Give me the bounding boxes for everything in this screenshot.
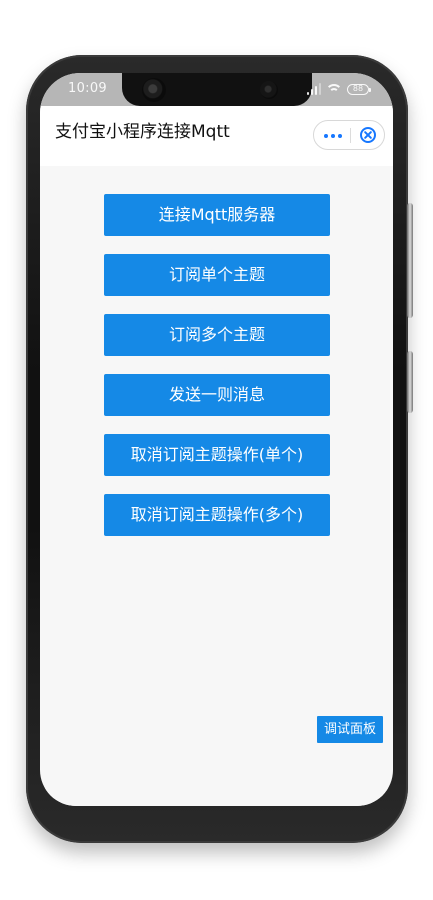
phone-frame: 10:09 88 支付宝小程序连接Mqtt 连接Mqtt服务器 订阅单个主题 订… (26, 55, 413, 843)
subscribe-single-topic-button[interactable]: 订阅单个主题 (104, 254, 330, 296)
side-power-button (407, 351, 413, 413)
status-bar: 10:09 88 (40, 73, 393, 106)
phone-screen: 10:09 88 支付宝小程序连接Mqtt 连接Mqtt服务器 订阅单个主题 订… (40, 73, 393, 806)
mqtt-action-list: 连接Mqtt服务器 订阅单个主题 订阅多个主题 发送一则消息 取消订阅主题操作(… (104, 194, 330, 554)
subscribe-multiple-topics-button[interactable]: 订阅多个主题 (104, 314, 330, 356)
status-time: 10:09 (68, 81, 107, 96)
more-icon[interactable] (324, 134, 342, 138)
capsule-divider (350, 128, 351, 143)
camera-notch (122, 73, 312, 106)
side-volume-button (407, 203, 413, 318)
mini-program-header: 支付宝小程序连接Mqtt (40, 106, 393, 166)
connect-mqtt-button[interactable]: 连接Mqtt服务器 (104, 194, 330, 236)
mini-program-capsule (313, 120, 385, 150)
unsubscribe-multiple-topics-button[interactable]: 取消订阅主题操作(多个) (104, 494, 330, 536)
debug-panel-button[interactable]: 调试面板 (317, 716, 383, 743)
page-title: 支付宝小程序连接Mqtt (55, 122, 230, 142)
phone-mockup-stage: 10:09 88 支付宝小程序连接Mqtt 连接Mqtt服务器 订阅单个主题 订… (0, 0, 433, 900)
screen-bottom-area (40, 788, 393, 806)
wifi-icon (327, 83, 342, 95)
send-message-button[interactable]: 发送一则消息 (104, 374, 330, 416)
close-icon[interactable] (360, 127, 376, 143)
unsubscribe-single-topic-button[interactable]: 取消订阅主题操作(单个) (104, 434, 330, 476)
signal-icon (307, 83, 321, 95)
battery-icon: 88 (347, 83, 371, 95)
status-icons: 88 (307, 81, 371, 97)
